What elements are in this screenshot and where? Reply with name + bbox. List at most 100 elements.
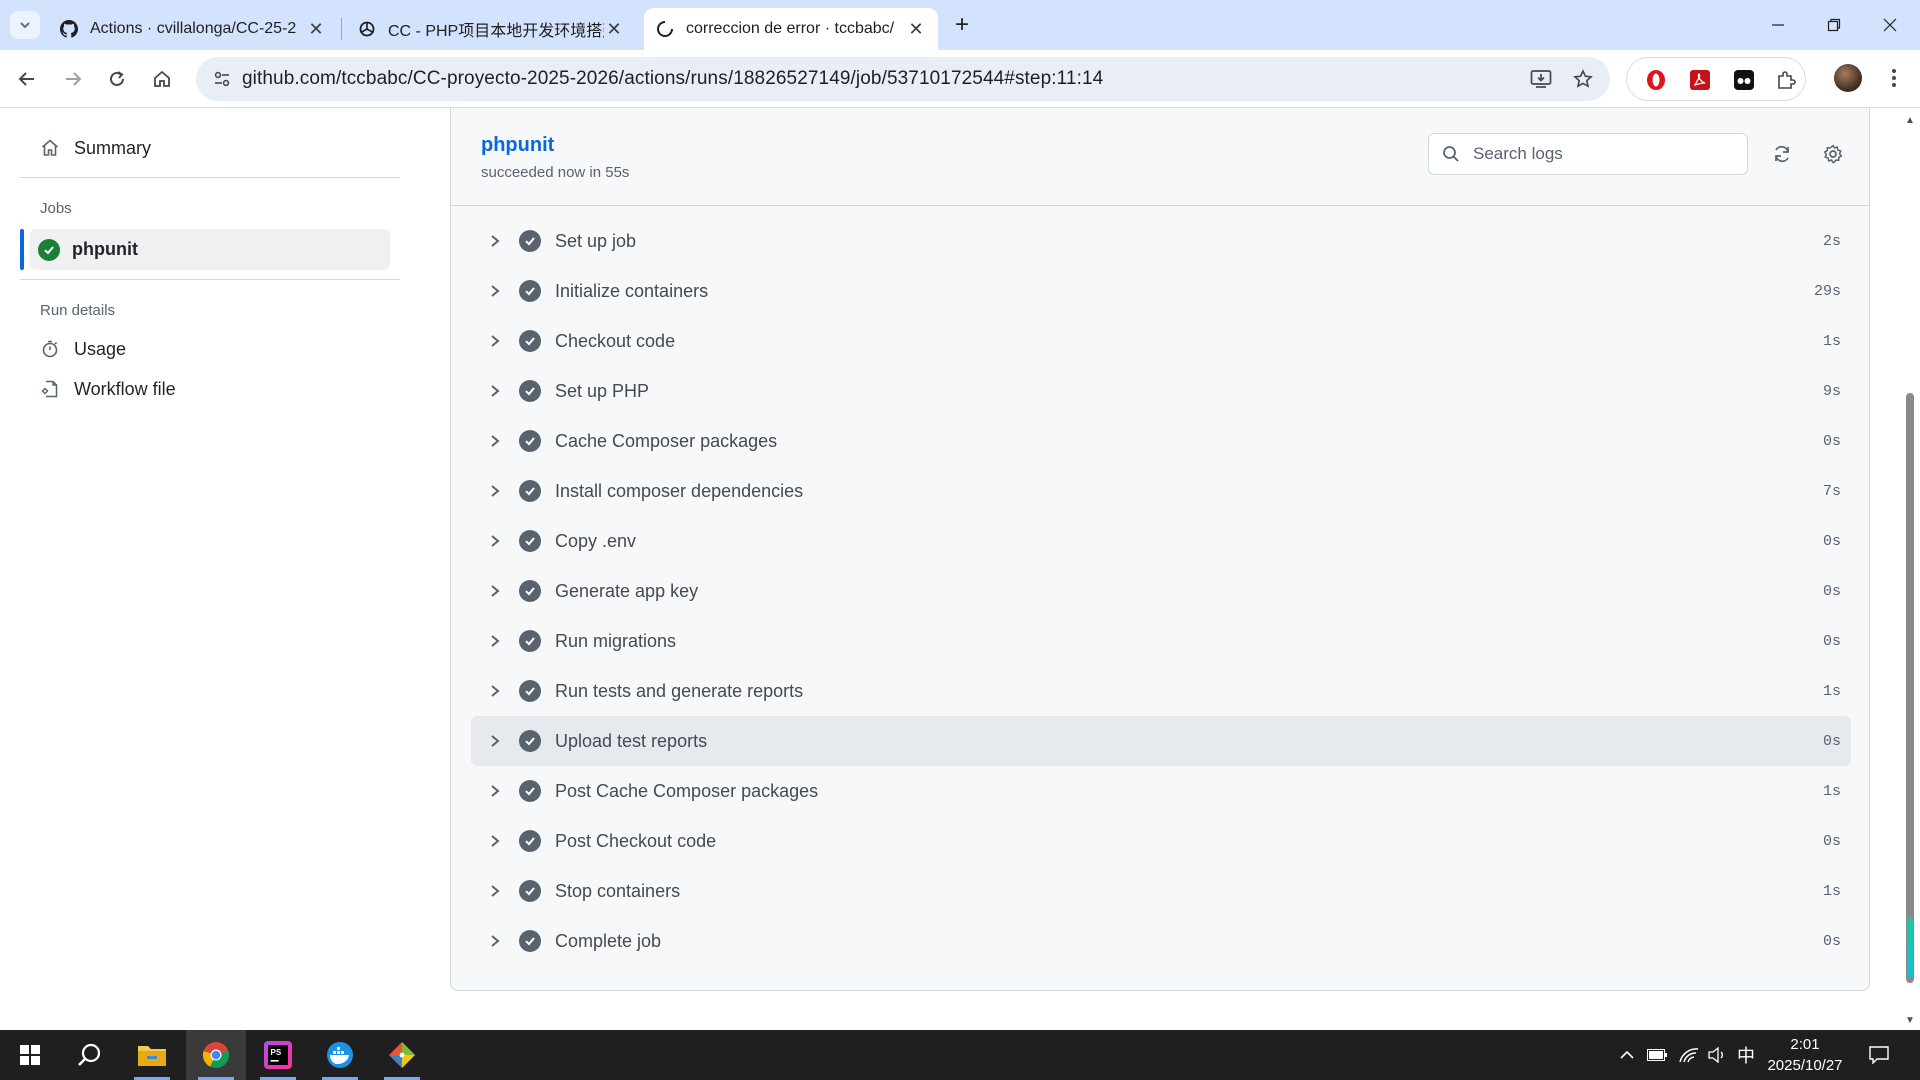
usage-label: Usage (74, 338, 127, 359)
job-step-row[interactable]: Upload test reports 0s (471, 716, 1851, 766)
chevron-right-icon[interactable] (485, 281, 505, 301)
chevron-right-icon[interactable] (485, 881, 505, 901)
job-step-row[interactable]: Stop containers 1s (471, 866, 1851, 916)
chevron-right-icon[interactable] (485, 731, 505, 751)
job-step-row[interactable]: Post Cache Composer packages 1s (471, 766, 1851, 816)
step-duration: 0s (1822, 932, 1841, 950)
step-name: Stop containers (555, 880, 681, 901)
tab-close-icon[interactable]: ✕ (306, 19, 326, 39)
job-step-row[interactable]: Initialize containers 29s (471, 266, 1851, 316)
chevron-right-icon[interactable] (485, 531, 505, 551)
job-step-row[interactable]: Cache Composer packages 0s (471, 416, 1851, 466)
step-name: Upload test reports (555, 730, 708, 751)
profile-avatar[interactable] (1834, 64, 1862, 92)
docker-icon[interactable] (310, 1030, 370, 1080)
chevron-right-icon[interactable] (485, 781, 505, 801)
browser-tab-2[interactable]: CC - PHP项目本地开发环境搭建 ✕ (346, 8, 636, 50)
home-icon[interactable] (145, 62, 179, 96)
page-scrollbar[interactable]: ▲ ▼ (1900, 108, 1920, 1030)
step-name: Install composer dependencies (555, 480, 804, 501)
chevron-right-icon[interactable] (485, 481, 505, 501)
search-logs-box[interactable] (1428, 133, 1748, 175)
job-step-row[interactable]: Run tests and generate reports 1s (471, 666, 1851, 716)
job-step-row[interactable]: Set up PHP 9s (471, 366, 1851, 416)
restore-button[interactable] (1814, 8, 1854, 42)
github-icon (60, 20, 78, 38)
file-explorer-icon[interactable] (122, 1030, 182, 1080)
job-title-link[interactable]: phpunit (481, 134, 554, 157)
job-step-row[interactable]: Checkout code 1s (471, 316, 1851, 366)
step-duration: 1s (1822, 882, 1841, 900)
workflow-file-label: Workflow file (74, 378, 176, 399)
git-gui-icon[interactable] (372, 1030, 432, 1080)
pdf-extension-icon[interactable] (1689, 69, 1711, 91)
chevron-right-icon[interactable] (485, 231, 505, 251)
chevron-right-icon[interactable] (485, 831, 505, 851)
job-step-row[interactable]: Run migrations 0s (471, 616, 1851, 666)
url-text[interactable]: github.com/tccbabc/CC-proyecto-2025-2026… (242, 68, 1103, 90)
glasses-extension-icon[interactable] (1733, 69, 1755, 91)
job-step-row[interactable]: Install composer dependencies 7s (471, 466, 1851, 516)
step-name: Checkout code (555, 330, 676, 351)
forward-icon[interactable] (56, 62, 90, 96)
volume-icon[interactable] (1704, 1030, 1730, 1080)
battery-icon[interactable] (1644, 1030, 1670, 1080)
job-step-row[interactable]: Post Checkout code 0s (471, 816, 1851, 866)
taskbar-clock[interactable]: 2:01 2025/10/27 (1745, 1034, 1865, 1076)
job-step-row[interactable]: Copy .env 0s (471, 516, 1851, 566)
browser-menu-icon[interactable] (1880, 64, 1908, 92)
chevron-right-icon[interactable] (485, 681, 505, 701)
install-app-icon[interactable] (1524, 62, 1558, 96)
scroll-up-arrow-icon[interactable]: ▲ (1905, 116, 1915, 126)
back-icon[interactable] (10, 62, 44, 96)
chevron-right-icon[interactable] (485, 581, 505, 601)
step-success-check-icon (519, 480, 541, 502)
browser-tab-3-active[interactable]: correccion de error · tccbabc/ ✕ (644, 8, 938, 50)
chevron-right-icon[interactable] (485, 431, 505, 451)
job-step-row[interactable]: Set up job 2s (471, 216, 1851, 266)
step-name: Run tests and generate reports (555, 680, 804, 701)
network-icon[interactable] (1676, 1030, 1702, 1080)
scroll-thumb[interactable] (1906, 393, 1914, 983)
log-settings-gear-icon[interactable] (1817, 138, 1849, 170)
minimize-button[interactable] (1758, 8, 1798, 42)
extensions-puzzle-icon[interactable] (1775, 69, 1797, 91)
refresh-logs-icon[interactable] (1766, 138, 1798, 170)
chevron-right-icon[interactable] (485, 381, 505, 401)
tab-search-button[interactable] (10, 11, 40, 39)
sidebar-job-phpunit[interactable]: phpunit (30, 229, 390, 270)
tab-separator (341, 18, 342, 40)
site-settings-icon[interactable] (202, 57, 242, 101)
opera-extension-icon[interactable] (1645, 69, 1667, 91)
chevron-right-icon[interactable] (485, 631, 505, 651)
tab-close-icon[interactable]: ✕ (906, 19, 926, 39)
taskbar-search-icon[interactable] (60, 1030, 120, 1080)
browser-tab-1[interactable]: Actions · cvillalonga/CC-25-2 ✕ (48, 8, 338, 50)
close-window-button[interactable] (1870, 8, 1910, 42)
tray-overflow-chevron-icon[interactable] (1615, 1030, 1639, 1080)
search-logs-input[interactable] (1473, 144, 1733, 164)
usage-link[interactable]: Usage (20, 329, 390, 369)
chevron-right-icon[interactable] (485, 931, 505, 951)
job-step-row[interactable]: Generate app key 0s (471, 566, 1851, 616)
new-tab-button[interactable]: + (948, 11, 976, 39)
workflow-file-link[interactable]: Workflow file (20, 369, 390, 409)
address-bar[interactable]: github.com/tccbabc/CC-proyecto-2025-2026… (196, 57, 1610, 101)
step-duration: 1s (1822, 782, 1841, 800)
scroll-down-arrow-icon[interactable]: ▼ (1905, 1016, 1915, 1026)
phpstorm-icon[interactable]: PS (248, 1030, 308, 1080)
step-name: Set up PHP (555, 380, 650, 401)
chevron-right-icon[interactable] (485, 331, 505, 351)
notifications-icon[interactable] (1864, 1030, 1894, 1080)
windows-start-icon[interactable] (0, 1030, 60, 1080)
summary-label: Summary (74, 137, 152, 158)
home-icon (38, 136, 62, 160)
tab-close-icon[interactable]: ✕ (604, 19, 624, 39)
bookmark-star-icon[interactable] (1566, 62, 1600, 96)
step-duration: 0s (1822, 582, 1841, 600)
reload-icon[interactable] (100, 62, 134, 96)
summary-link[interactable]: Summary (20, 128, 390, 168)
job-step-row[interactable]: Complete job 0s (471, 916, 1851, 966)
sidebar-divider (20, 177, 400, 178)
chrome-taskbar-icon[interactable] (186, 1030, 246, 1080)
